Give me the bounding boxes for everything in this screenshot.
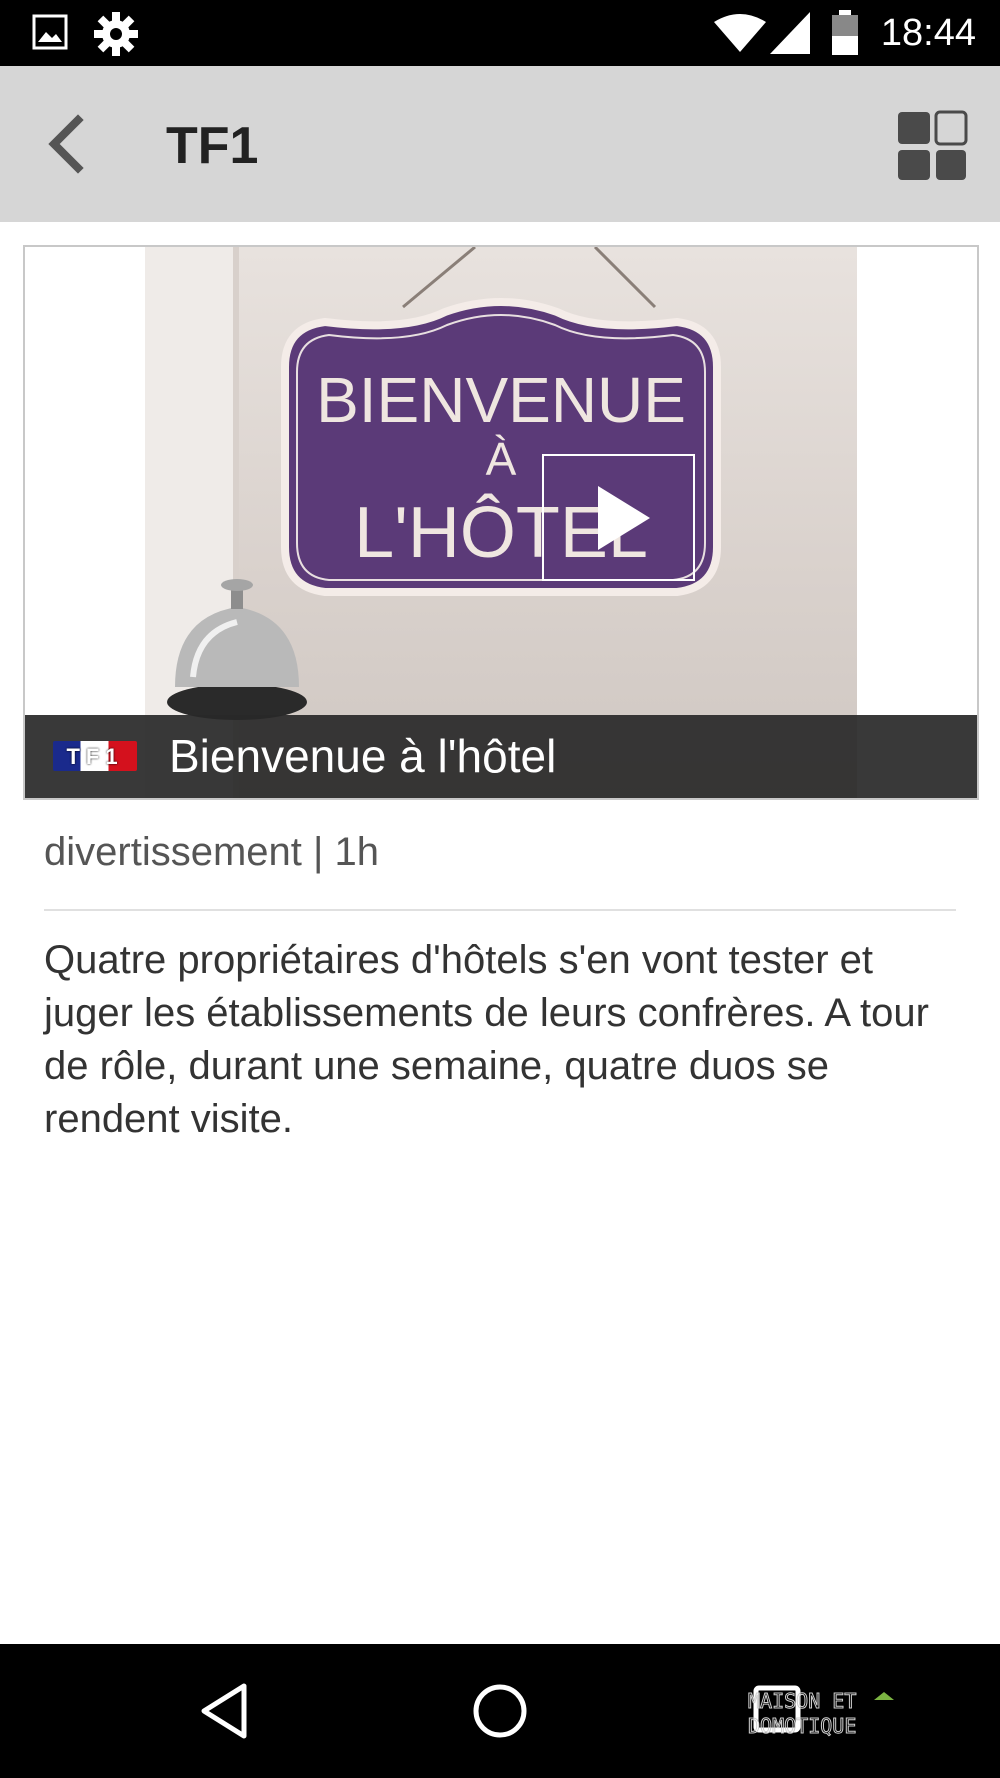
sign-text-line2: À [486, 433, 517, 485]
battery-icon [832, 10, 858, 55]
divider [44, 909, 956, 911]
wifi-icon [714, 14, 766, 52]
sign-text-line1: BIENVENUE [316, 364, 686, 436]
back-button[interactable] [36, 106, 106, 182]
program-description: Quatre propriétaires d'hôtels s'en vont … [44, 938, 929, 1141]
clock-time: 18:44 [880, 12, 976, 54]
video-title: Bienvenue à l'hôtel [169, 730, 557, 782]
system-nav-bar: MAISON ET DOMOTIQUE [0, 1644, 1000, 1778]
tf1-logo: TF1 [53, 741, 137, 771]
home-circle-icon [473, 1684, 527, 1738]
layout-toggle-button[interactable] [892, 106, 972, 186]
grid-layout-icon [898, 110, 968, 180]
status-bar: 18:44 [0, 0, 1000, 66]
back-triangle-icon [201, 1683, 247, 1739]
app-bar: TF1 [0, 66, 1000, 222]
play-button[interactable] [542, 454, 695, 581]
page-title: TF1 [166, 117, 259, 175]
image-icon [32, 14, 68, 50]
play-icon [598, 486, 650, 550]
program-meta: divertissement | 1h [44, 830, 379, 874]
signal-icon [770, 12, 810, 54]
svg-text:DOMOTIQUE: DOMOTIQUE [748, 1714, 856, 1738]
video-card[interactable]: BIENVENUE À L'HÔTEL TF1 Bienvenue à l'hô… [23, 245, 979, 800]
watermark-logo: MAISON ET DOMOTIQUE [748, 1689, 894, 1738]
gear-icon [94, 12, 138, 56]
chevron-left-icon [48, 114, 84, 174]
nav-back-button[interactable] [184, 1676, 264, 1746]
svg-text:MAISON ET: MAISON ET [748, 1689, 856, 1713]
nav-home-button[interactable] [460, 1676, 540, 1746]
video-caption-bar: TF1 Bienvenue à l'hôtel [25, 715, 977, 798]
